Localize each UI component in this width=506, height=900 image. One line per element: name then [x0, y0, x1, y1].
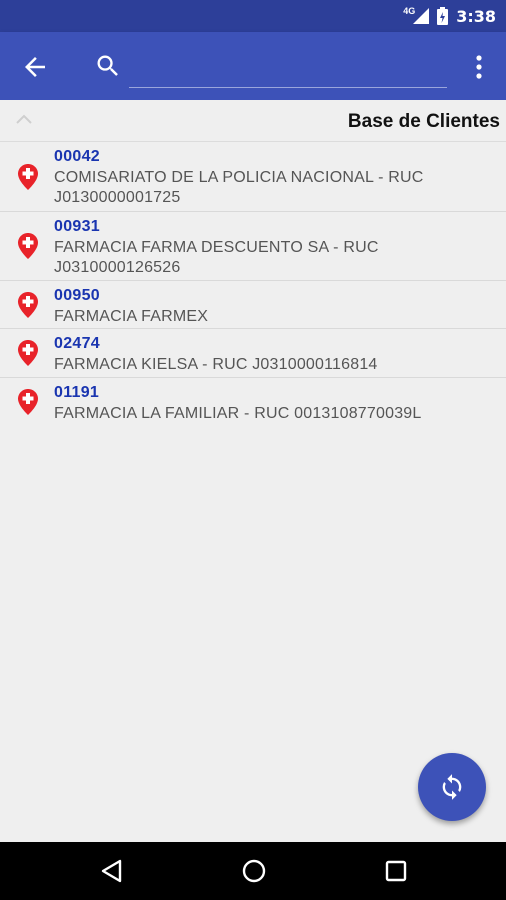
clock: 3:38	[456, 6, 496, 26]
client-name: FARMACIA LA FAMILIAR - RUC 0013108770039…	[54, 405, 422, 422]
client-list: 00042 COMISARIATO DE LA POLICIA NACIONAL…	[0, 142, 506, 428]
client-code: 02474	[54, 335, 100, 352]
client-code: 00931	[54, 218, 100, 235]
battery-icon	[437, 7, 449, 25]
sync-icon	[442, 774, 462, 800]
triangle-back-icon[interactable]	[99, 858, 125, 884]
network-type: 4G	[403, 6, 416, 16]
list-item[interactable]: 01191 FARMACIA LA FAMILIAR - RUC 0013108…	[0, 378, 506, 428]
search-icon[interactable]	[94, 52, 122, 80]
signal-icon	[413, 8, 430, 24]
client-code: 00950	[54, 287, 100, 304]
app-toolbar	[0, 32, 506, 100]
client-name: FARMACIA FARMEX	[54, 308, 209, 325]
client-name: FARMACIA FARMA DESCUENTO SA - RUC	[54, 239, 379, 256]
arrow-back-icon[interactable]	[20, 52, 50, 82]
section-header: Base de Clientes	[0, 100, 506, 142]
client-ruc: J0130000001725	[54, 189, 181, 206]
list-item[interactable]: 02474 FARMACIA KIELSA - RUC J03100001168…	[0, 329, 506, 378]
navigation-bar	[0, 842, 506, 900]
list-item[interactable]: 00931 FARMACIA FARMA DESCUENTO SA - RUC …	[0, 212, 506, 281]
sync-button[interactable]	[418, 753, 486, 821]
list-item[interactable]: 00042 COMISARIATO DE LA POLICIA NACIONAL…	[0, 142, 506, 212]
pharmacy-pin-icon	[18, 340, 38, 366]
client-code: 01191	[54, 384, 100, 401]
chevron-up-icon[interactable]	[14, 110, 34, 128]
pharmacy-pin-icon	[18, 389, 38, 415]
status-bar: 4G 3:38	[0, 0, 506, 32]
pharmacy-pin-icon	[18, 164, 38, 190]
client-ruc: J0310000126526	[54, 259, 181, 276]
section-title: Base de Clientes	[347, 111, 500, 132]
list-item[interactable]: 00950 FARMACIA FARMEX	[0, 281, 506, 329]
square-recents-icon[interactable]	[383, 858, 409, 884]
search-input[interactable]	[129, 54, 447, 88]
pharmacy-pin-icon	[18, 292, 38, 318]
client-name: FARMACIA KIELSA - RUC J0310000116814	[54, 356, 378, 373]
client-code: 00042	[54, 148, 100, 165]
more-vert-icon[interactable]	[468, 52, 490, 82]
pharmacy-pin-icon	[18, 233, 38, 259]
client-name: COMISARIATO DE LA POLICIA NACIONAL - RUC	[54, 169, 424, 186]
circle-home-icon[interactable]	[241, 858, 267, 884]
